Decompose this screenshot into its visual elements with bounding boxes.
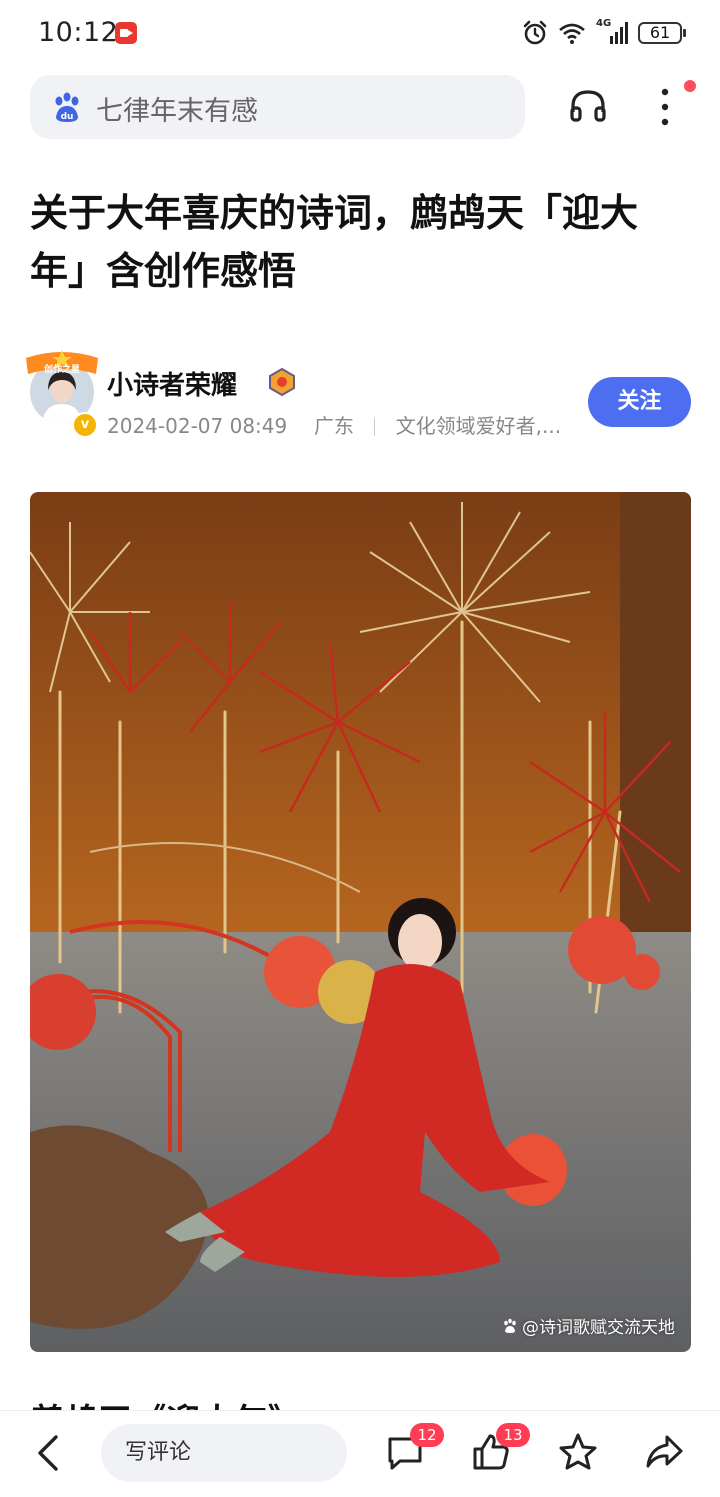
author-meta: 2024-02-07 08:49 广东 文化领域爱好者,...: [107, 410, 561, 439]
more-options-icon[interactable]: [650, 86, 680, 128]
like-button[interactable]: 13: [470, 1423, 530, 1473]
favorite-button[interactable]: [557, 1431, 599, 1473]
article-title: 关于大年喜庆的诗词，鹧鸪天「迎大年」含创作感悟: [30, 191, 639, 293]
paw-icon: [504, 1318, 516, 1333]
publish-location: 广东: [313, 414, 354, 438]
article-photo[interactable]: @诗词歌赋交流天地: [30, 492, 691, 1352]
creator-star-badge: 创作之星: [26, 350, 98, 375]
screen-record-icon: [115, 22, 137, 44]
comment-input[interactable]: 写评论: [101, 1424, 347, 1482]
alarm-icon: [523, 20, 547, 45]
creator-badge-text: 创作之星: [43, 363, 80, 375]
search-query: 七律年末有感: [96, 96, 258, 127]
baidu-logo-text: du: [61, 112, 74, 122]
back-arrow-icon[interactable]: [30, 1433, 70, 1473]
status-time: 10:12: [38, 17, 119, 48]
search-input[interactable]: du 七律年末有感: [30, 75, 525, 139]
comment-button[interactable]: 12: [384, 1423, 444, 1473]
follow-button[interactable]: 关注: [588, 377, 691, 427]
wifi-icon: [559, 23, 585, 44]
bottom-action-bar: 写评论 12 13: [0, 1410, 720, 1497]
cellular-signal-icon: 4G: [596, 18, 628, 46]
author-name[interactable]: 小诗者荣耀: [107, 365, 237, 402]
notification-dot: [684, 80, 696, 92]
comment-count-badge: 12: [410, 1423, 444, 1447]
star-icon: [559, 1433, 597, 1470]
like-count-badge: 13: [496, 1423, 530, 1447]
battery-indicator: 61: [638, 22, 686, 44]
status-bar: 10:12 4G 61: [0, 0, 720, 66]
image-watermark: @诗词歌赋交流天地: [502, 1313, 675, 1338]
verified-badge: v: [72, 412, 98, 438]
author-bio: 文化领域爱好者,...: [395, 414, 562, 438]
publish-date: 2024-02-07 08:49: [107, 414, 288, 438]
share-button[interactable]: [643, 1431, 685, 1473]
watermark-text: @诗词歌赋交流天地: [522, 1318, 675, 1338]
headphone-icon[interactable]: [568, 86, 608, 126]
level-badge-icon: [269, 368, 295, 396]
share-arrow-icon: [646, 1435, 683, 1468]
baidu-paw-icon: du: [55, 92, 79, 122]
meta-divider: [374, 418, 376, 436]
status-icons: 4G 61: [522, 18, 686, 48]
